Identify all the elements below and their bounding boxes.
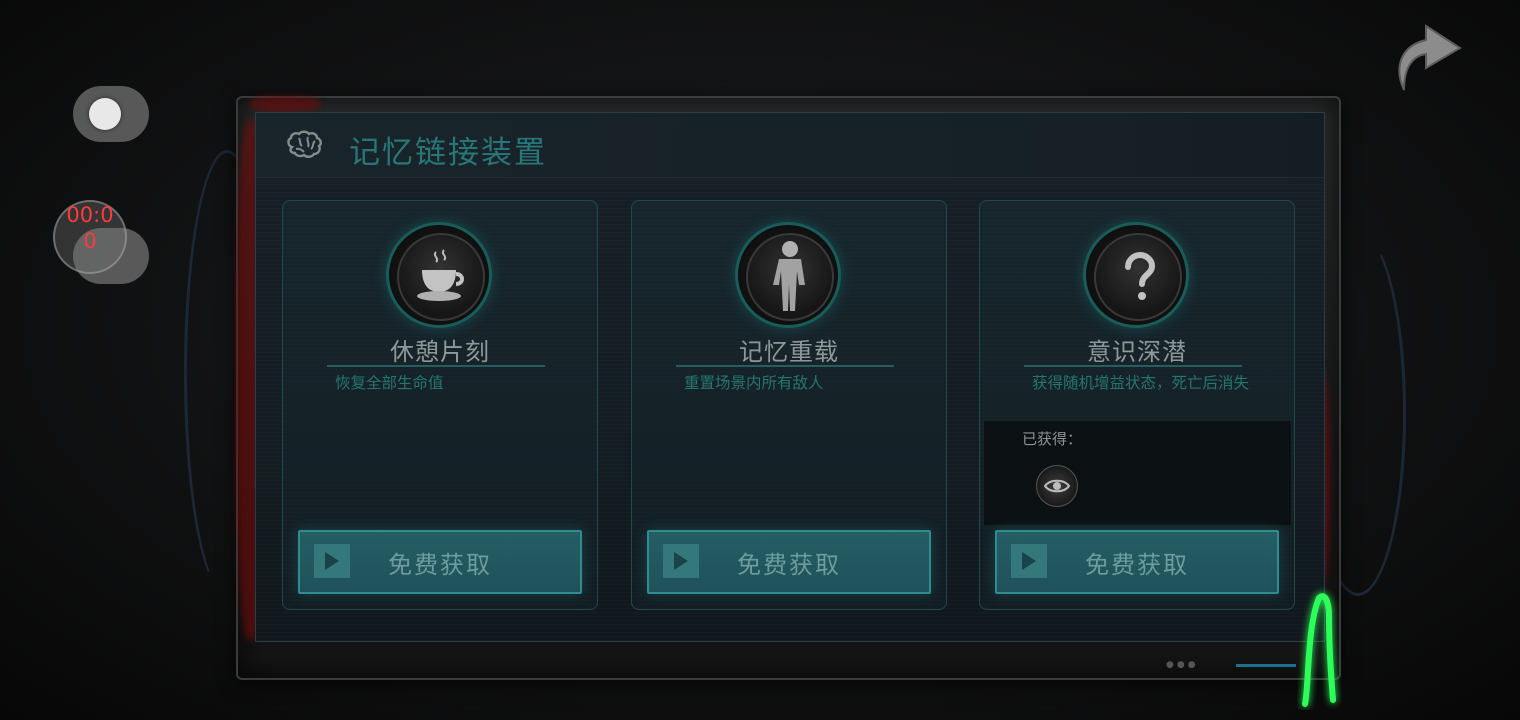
status-dots: ●●● (1166, 660, 1199, 670)
status-bar-line (1236, 664, 1296, 667)
card-rest: 休憩片刻 恢复全部生命值 免费获取 (282, 200, 598, 610)
card-description: 获得随机增益状态，死亡后消失 (1032, 374, 1250, 392)
timer-text-line1: 00:0 (66, 203, 114, 227)
eye-buff-icon[interactable] (1036, 465, 1078, 507)
card-divider (1024, 365, 1242, 367)
question-mark-icon (1125, 251, 1156, 300)
card-name: 意识深潜 (1087, 338, 1187, 366)
card-divider (676, 365, 894, 367)
card-divider (327, 365, 545, 367)
claim-button-label: 免费获取 (1085, 550, 1189, 579)
card-icon-frame (1083, 222, 1189, 328)
card-description: 重置场景内所有敌人 (684, 374, 824, 392)
panel-title: 记忆链接装置 (349, 135, 547, 171)
claim-free-button[interactable]: 免费获取 (298, 530, 582, 594)
obtained-buffs-area: 已获得： (984, 421, 1291, 525)
blood-stain-top (250, 96, 320, 112)
recording-timer[interactable]: 00:0 0 (53, 200, 127, 274)
card-name: 记忆重载 (739, 338, 839, 366)
timer-text-line2: 0 (83, 229, 97, 253)
floating-ball-icon (89, 98, 121, 130)
astronaut-figure-icon (773, 241, 805, 311)
card-icon-frame (735, 222, 841, 328)
card-consciousness-dive: 意识深潜 获得随机增益状态，死亡后消失 已获得： 免费获取 (979, 200, 1295, 610)
card-description: 恢复全部生命值 (335, 374, 444, 392)
floating-assistant-button[interactable] (73, 86, 149, 142)
card-memory-reload: 记忆重载 重置场景内所有敌人 免费获取 (631, 200, 947, 610)
card-name: 休憩片刻 (390, 338, 490, 366)
claim-free-button[interactable]: 免费获取 (647, 530, 931, 594)
claim-free-button[interactable]: 免费获取 (995, 530, 1279, 594)
memory-link-panel: 记忆链接装置 休憩片刻 恢复全部生命值 免费获取 记忆重载 重置场景内所有敌人 … (255, 112, 1325, 642)
panel-header: 记忆链接装置 (256, 113, 1324, 178)
return-arrow-icon[interactable] (1392, 20, 1468, 96)
claim-button-label: 免费获取 (737, 550, 841, 579)
claim-button-label: 免费获取 (388, 550, 492, 579)
coffee-cup-icon (417, 249, 464, 301)
obtained-label: 已获得： (1022, 430, 1083, 448)
heartbeat-signal-icon (1302, 593, 1336, 707)
brain-icon (287, 130, 322, 158)
card-icon-frame (386, 222, 492, 328)
